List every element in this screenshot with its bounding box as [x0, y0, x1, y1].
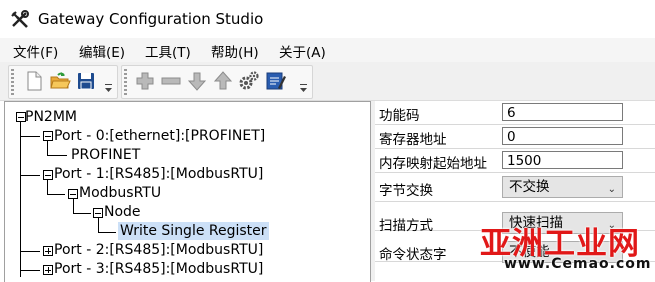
property-row: 扫描方式 快速扫描 ⌄ [375, 202, 655, 234]
command-status-value: 不使能 [509, 244, 550, 260]
tree-connector [47, 141, 48, 155]
menu-tools[interactable]: 工具(T) [145, 41, 191, 61]
tree-connector [20, 175, 40, 176]
toolbar-overflow-icon[interactable] [300, 84, 307, 94]
command-status-select[interactable]: 不使能 ⌄ [502, 241, 623, 263]
tree-connector [47, 180, 48, 194]
settings-gear-icon[interactable] [238, 70, 260, 92]
tree-connector [20, 136, 40, 137]
menu-bar: 文件(F) 编辑(E) 工具(T) 帮助(H) 关于(A) [0, 38, 655, 62]
menu-help[interactable]: 帮助(H) [211, 41, 259, 61]
tree-node-node[interactable]: Node [104, 203, 141, 221]
move-down-icon[interactable] [186, 70, 208, 92]
tree-connector [47, 194, 65, 195]
tree-connector [20, 270, 40, 271]
chevron-down-icon: ⌄ [607, 184, 616, 195]
property-label: 字节交换 [379, 183, 433, 199]
byte-swap-select[interactable]: 不交换 ⌄ [502, 176, 623, 198]
tree-connector [20, 122, 21, 277]
project-tree[interactable]: PN2MM Port - 0:[ethernet]:[PROFINET] PRO… [4, 101, 371, 282]
edit-note-icon[interactable] [264, 70, 286, 92]
title-bar: Gateway Configuration Studio [0, 0, 655, 38]
tools-app-icon [11, 10, 29, 28]
save-icon[interactable] [75, 70, 97, 92]
tree-connector [20, 251, 40, 252]
toolbar-grip[interactable] [124, 69, 127, 95]
function-code-input[interactable]: 6 [502, 103, 623, 121]
scan-mode-value: 快速扫描 [509, 215, 563, 231]
expand-toggle-icon[interactable] [43, 265, 53, 275]
remove-icon[interactable] [160, 70, 182, 92]
property-row: 字节交换 不交换 ⌄ [375, 173, 655, 202]
expand-toggle-icon[interactable] [43, 246, 53, 256]
move-up-icon[interactable] [212, 70, 234, 92]
menu-about[interactable]: 关于(A) [279, 41, 326, 61]
tree-connector [47, 155, 67, 156]
toolbar-overflow-icon[interactable] [105, 84, 112, 94]
tree-connector [73, 199, 74, 213]
collapse-toggle-icon[interactable] [43, 170, 53, 180]
tree-node-port1[interactable]: Port - 1:[RS485]:[ModbusRTU] [54, 165, 263, 183]
tree-node-port2[interactable]: Port - 2:[RS485]:[ModbusRTU] [54, 241, 263, 259]
collapse-toggle-icon[interactable] [68, 189, 78, 199]
tree-connector [98, 232, 116, 233]
file-toolbar-group [8, 65, 118, 99]
tree-node-profinet[interactable]: PROFINET [71, 146, 140, 164]
property-label: 功能码 [379, 108, 420, 124]
menu-file[interactable]: 文件(F) [13, 41, 58, 61]
menu-edit[interactable]: 编辑(E) [79, 41, 125, 61]
new-file-icon[interactable] [23, 70, 45, 92]
add-icon[interactable] [134, 70, 156, 92]
property-row: 命令状态字 不使能 ⌄ [375, 231, 655, 263]
property-label: 寄存器地址 [379, 132, 447, 148]
open-folder-icon[interactable] [49, 70, 71, 92]
chevron-down-icon: ⌄ [607, 249, 616, 260]
property-row: 内存映射起始地址 1500 [375, 149, 655, 173]
tree-node-write-single-register[interactable]: Write Single Register [118, 222, 269, 240]
window-title: Gateway Configuration Studio [38, 10, 264, 28]
property-label: 内存映射起始地址 [379, 156, 487, 172]
property-row: 寄存器地址 0 [375, 125, 655, 149]
memory-map-start-input[interactable]: 1500 [502, 151, 623, 169]
tree-node-modbusrtu[interactable]: ModbusRTU [79, 184, 161, 202]
tree-node-root[interactable]: PN2MM [25, 108, 77, 126]
tree-connector [73, 213, 91, 214]
edit-toolbar-group [121, 65, 313, 99]
property-label: 命令状态字 [379, 247, 447, 263]
tree-node-port3[interactable]: Port - 3:[RS485]:[ModbusRTU] [54, 260, 263, 278]
collapse-toggle-icon[interactable] [93, 208, 103, 218]
tree-node-port0[interactable]: Port - 0:[ethernet]:[PROFINET] [54, 127, 265, 145]
property-grid: 功能码 6 寄存器地址 0 内存映射起始地址 1500 字节交换 不交换 ⌄ 扫… [375, 101, 655, 281]
byte-swap-value: 不交换 [509, 179, 550, 195]
collapse-toggle-icon[interactable] [43, 131, 53, 141]
toolbar [0, 62, 655, 101]
toolbar-grip[interactable] [11, 69, 14, 95]
property-row: 功能码 6 [375, 101, 655, 125]
tree-connector [98, 218, 99, 232]
register-address-input[interactable]: 0 [502, 127, 623, 145]
